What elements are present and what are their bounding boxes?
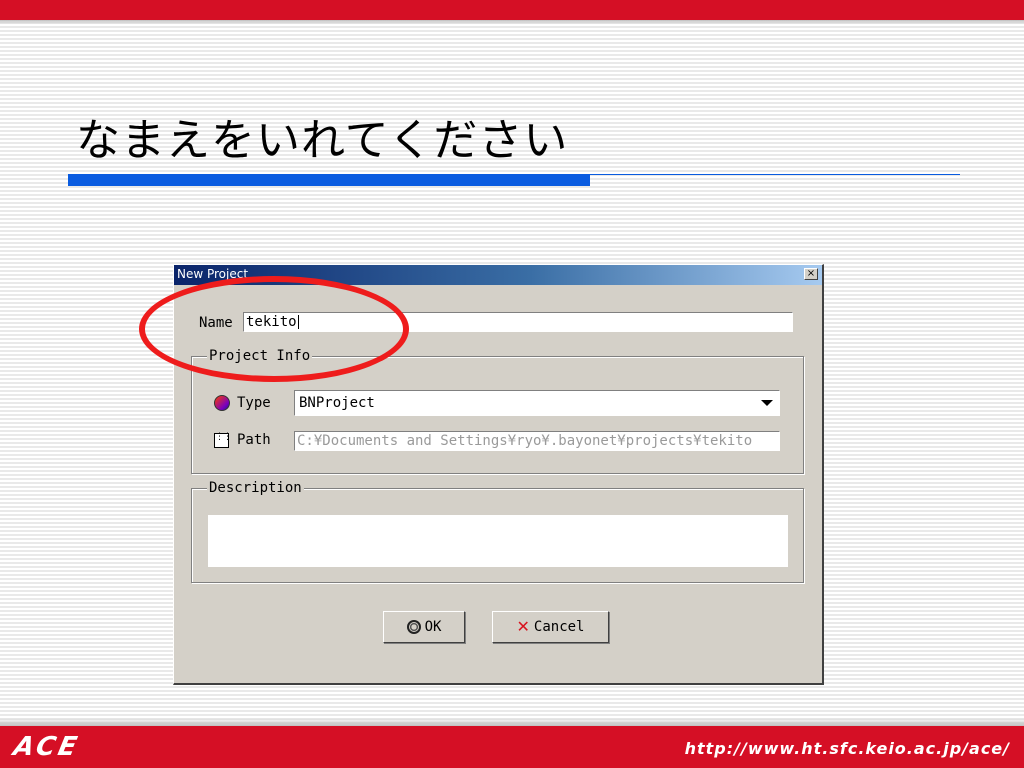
ace-logo: ACE [10,732,83,762]
path-input: C:¥Documents and Settings¥ryo¥.bayonet¥p… [294,431,780,451]
description-group: Description [191,480,804,583]
bottom-red-bar: ACE http://www.ht.sfc.keio.ac.jp/ace/ [0,726,1024,768]
ok-button[interactable]: OK [383,611,465,643]
type-select[interactable]: BNProject [294,390,780,416]
cancel-x-icon: ✕ [516,617,530,636]
type-label: Type [237,395,271,411]
top-red-bar [0,0,1024,20]
description-textarea[interactable] [208,515,788,567]
ok-icon [406,620,421,634]
path-icon: ⋮⋮ [214,433,232,448]
close-button[interactable]: × [804,268,818,280]
ok-button-label: OK [424,619,442,635]
title-underline-thick [68,174,590,186]
project-type-icon [214,395,230,411]
red-annotation-circle [139,276,409,382]
title-underline-thin [590,174,960,175]
bottom-bar-shadow [0,718,1024,726]
path-label: Path [237,432,271,448]
chevron-down-icon[interactable] [761,400,773,406]
cancel-button-label: Cancel [533,619,585,635]
type-select-value: BNProject [299,395,375,411]
footer-url: http://www.ht.sfc.keio.ac.jp/ace/ [684,739,1010,758]
cancel-button[interactable]: ✕ Cancel [492,611,609,643]
top-bar-shadow [0,20,1024,24]
slide-title: なまえをいれてください [76,115,569,166]
description-legend: Description [207,480,304,496]
